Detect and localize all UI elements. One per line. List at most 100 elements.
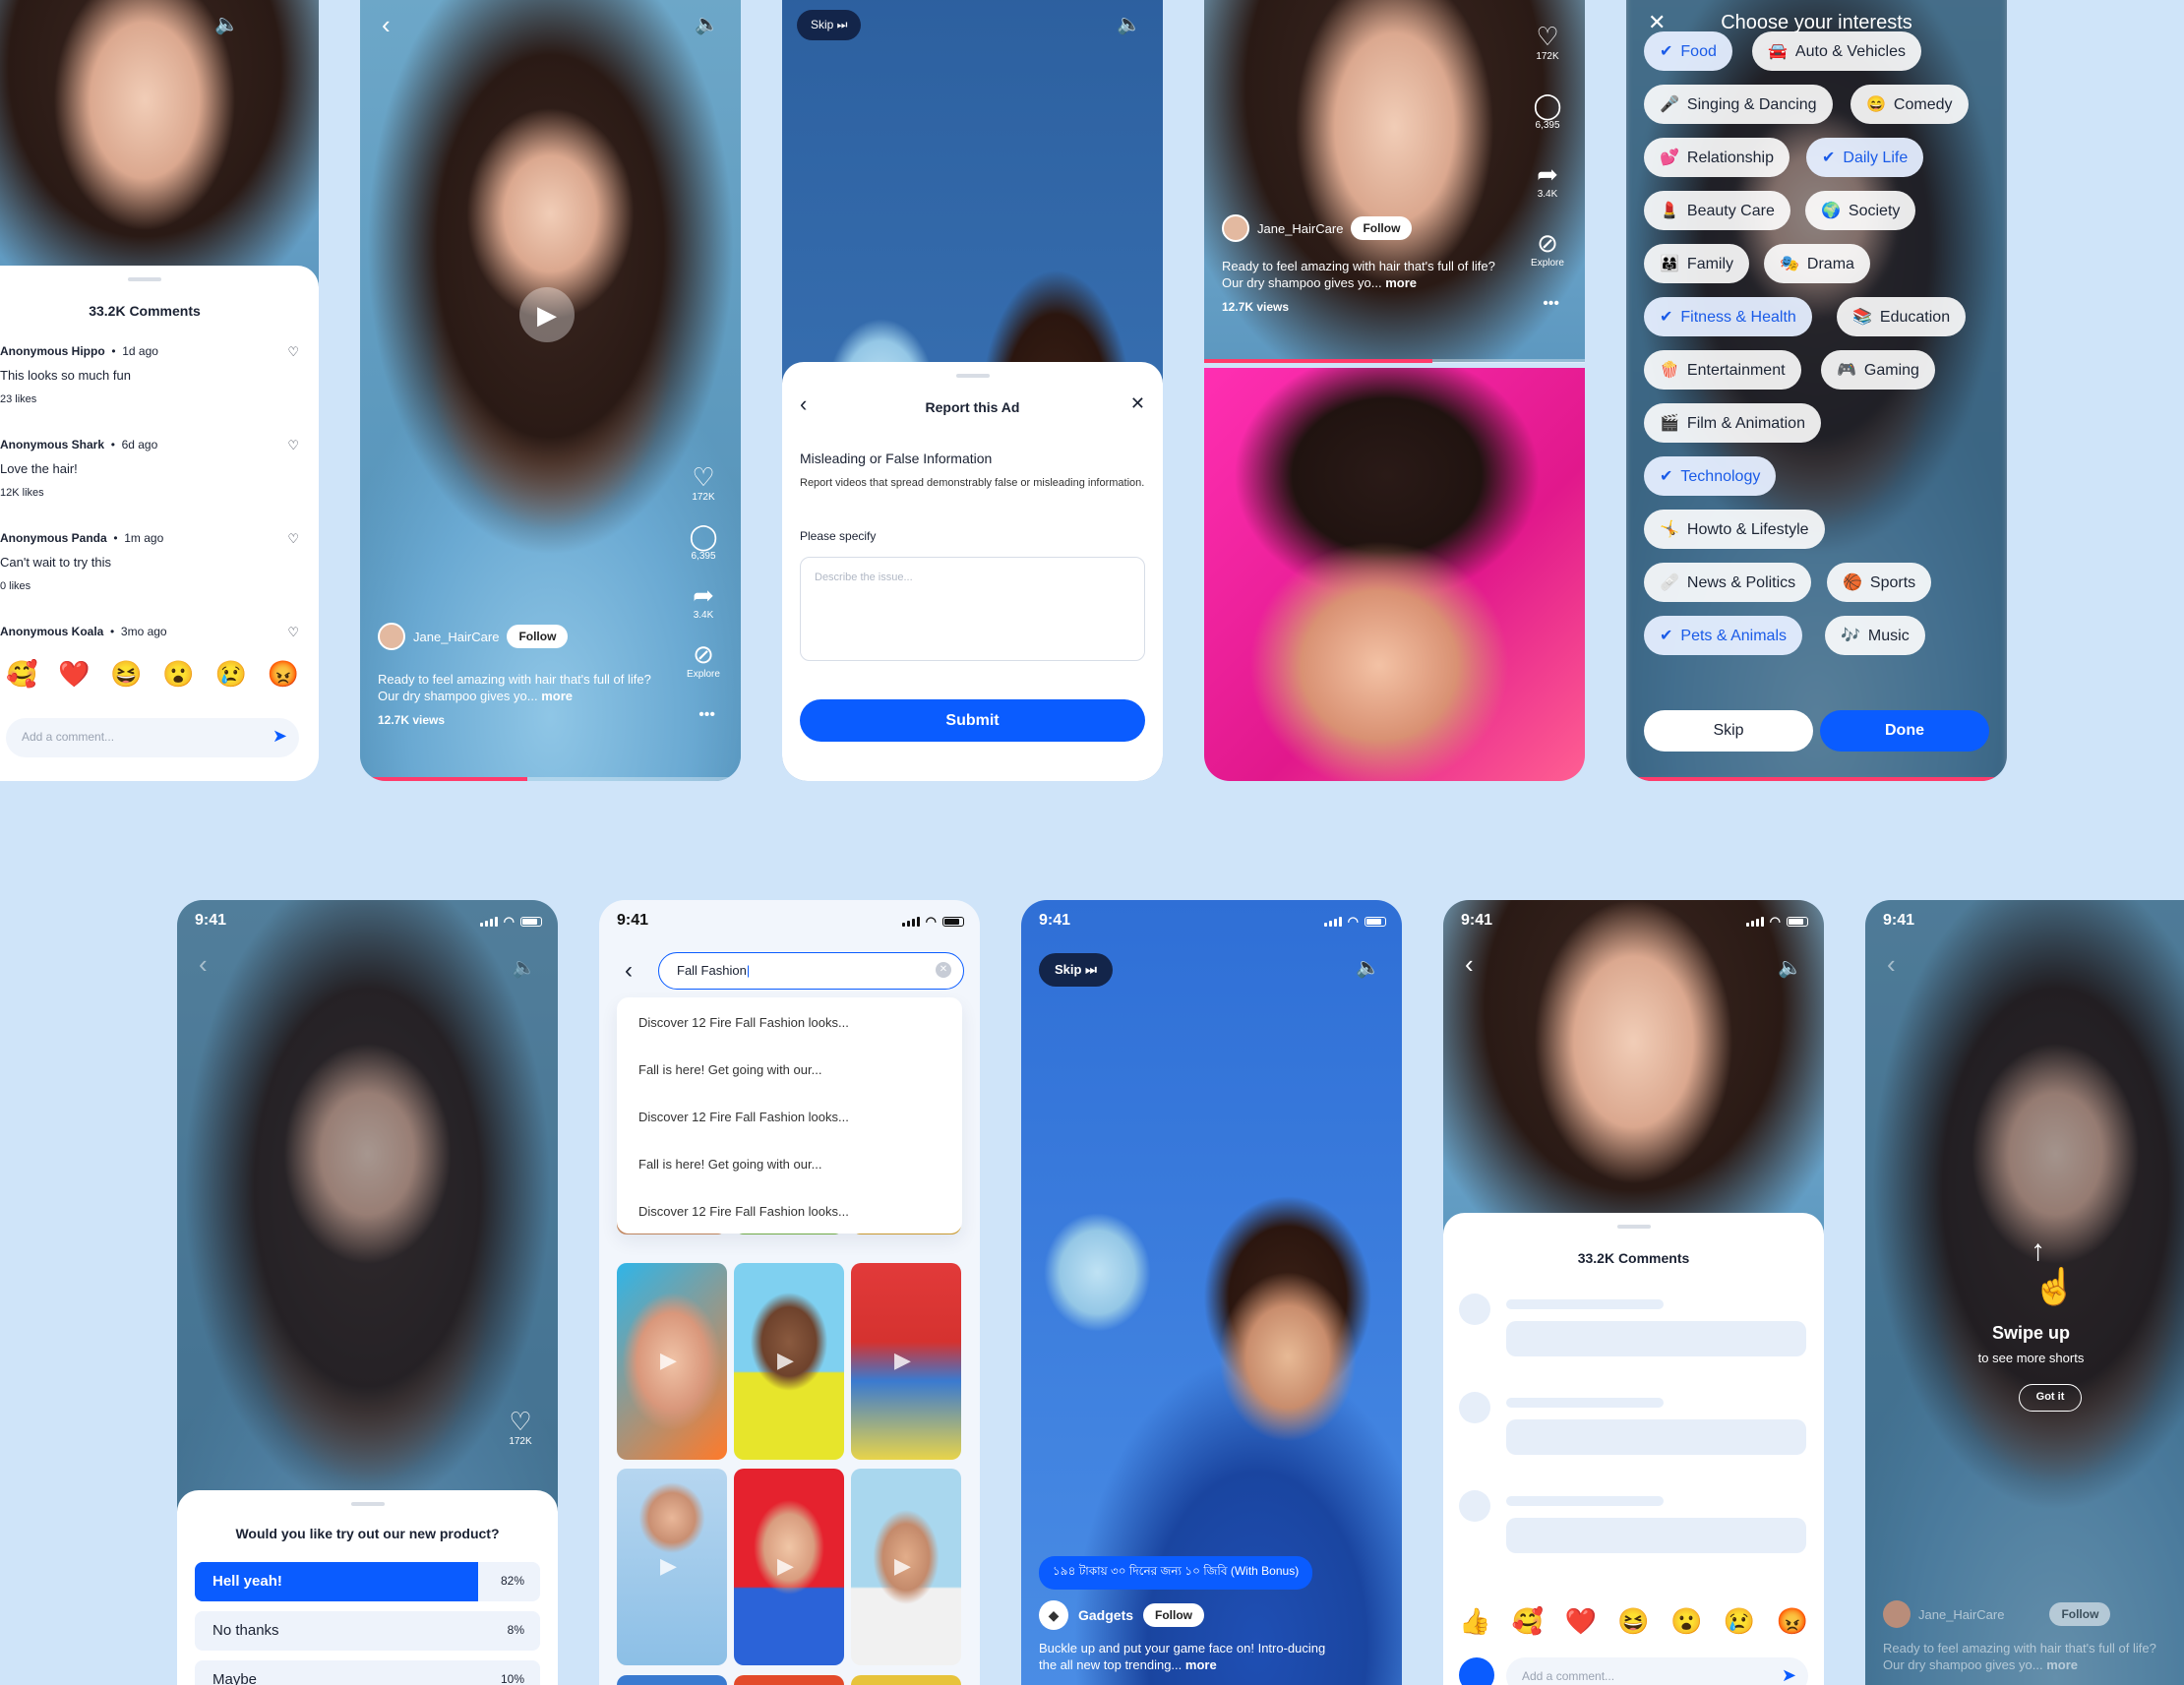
got-it-button[interactable]: Got it <box>2019 1384 2082 1412</box>
more-options-icon[interactable]: ••• <box>1543 295 1559 313</box>
progress-bar[interactable] <box>360 777 741 781</box>
reaction-thumbs-up[interactable]: 👍 <box>1459 1606 1490 1637</box>
reaction-heart[interactable]: ❤️ <box>1565 1606 1597 1637</box>
back-icon[interactable]: ‹ <box>625 957 633 985</box>
back-icon[interactable]: ‹ <box>1465 949 1474 980</box>
like-action[interactable]: ♡ 172K <box>501 1407 540 1447</box>
brand-avatar[interactable]: ◆ <box>1039 1600 1068 1630</box>
result-thumbnail[interactable] <box>734 1675 844 1685</box>
creator-name[interactable]: Jane_HairCare <box>413 630 499 644</box>
suggestion-item[interactable]: Discover 12 Fire Fall Fashion looks... <box>617 1186 962 1234</box>
reaction-angry[interactable]: 😡 <box>268 659 299 690</box>
interest-chip[interactable]: 🚘 Auto & Vehicles <box>1752 31 1921 71</box>
follow-button[interactable]: Follow <box>507 625 569 648</box>
suggestion-item[interactable]: Fall is here! Get going with our... <box>617 1139 962 1186</box>
like-action[interactable]: ♡ 172K <box>684 462 723 503</box>
heart-icon[interactable]: ♡ <box>287 625 299 640</box>
comment-input[interactable]: Add a comment... ➤ <box>1506 1657 1808 1685</box>
interest-chip[interactable]: ✔ Technology <box>1644 456 1777 496</box>
reaction-angry[interactable]: 😡 <box>1777 1606 1808 1637</box>
more-link[interactable]: more <box>2046 1657 2078 1672</box>
interest-chip[interactable]: ✔ Food <box>1644 31 1732 71</box>
offer-banner[interactable]: ১৯৪ টাকায় ৩০ দিনের জন্য ১০ জিবি (With B… <box>1039 1556 1313 1590</box>
interest-chip[interactable]: 🤸 Howto & Lifestyle <box>1644 510 1825 549</box>
interest-chip[interactable]: 🏀 Sports <box>1827 563 1932 602</box>
reaction-sad[interactable]: 😢 <box>215 659 247 690</box>
sheet-handle[interactable] <box>955 374 990 378</box>
result-thumbnail[interactable]: ▶ <box>617 1469 727 1665</box>
poll-option[interactable]: Hell yeah! 82% <box>195 1562 540 1601</box>
back-icon[interactable]: ‹ <box>800 391 807 417</box>
comment-input[interactable]: Add a comment... ➤ <box>6 718 299 757</box>
interest-chip[interactable]: 👨‍👩‍👧 Family <box>1644 244 1750 283</box>
interest-chip[interactable]: 💕 Relationship <box>1644 138 1790 177</box>
follow-button[interactable]: Follow <box>1351 216 1413 240</box>
comment-user[interactable]: Anonymous Shark <box>0 438 104 451</box>
avatar[interactable] <box>1222 214 1249 242</box>
reaction-heart[interactable]: ❤️ <box>58 659 90 690</box>
clear-icon[interactable]: ✕ <box>936 962 951 978</box>
send-icon[interactable]: ➤ <box>1782 1665 1796 1685</box>
follow-button[interactable]: Follow <box>2049 1602 2111 1626</box>
reaction-love-face[interactable]: 🥰 <box>6 659 37 690</box>
speaker-icon[interactable]: 🔈 <box>512 955 536 980</box>
share-action[interactable]: ➦ 3.4K <box>684 580 723 621</box>
back-icon[interactable]: ‹ <box>382 10 391 40</box>
result-thumbnail[interactable]: ▶ <box>851 1263 961 1460</box>
skip-button[interactable]: Skip ⏭ <box>797 10 862 40</box>
interest-chip[interactable]: ✔ Fitness & Health <box>1644 297 1812 336</box>
more-link[interactable]: more <box>1385 275 1417 290</box>
heart-icon[interactable]: ♡ <box>287 531 299 547</box>
reaction-sad[interactable]: 😢 <box>1724 1606 1755 1637</box>
heart-icon[interactable]: ♡ <box>287 344 299 360</box>
follow-button[interactable]: Follow <box>1143 1603 1205 1627</box>
creator-name[interactable]: Jane_HairCare <box>1918 1607 2004 1622</box>
interest-chip[interactable]: 🎮 Gaming <box>1821 350 1935 390</box>
result-thumbnail[interactable] <box>617 1675 727 1685</box>
like-action[interactable]: ♡ 172K <box>1528 22 1567 62</box>
issue-textarea[interactable]: Describe the issue... <box>800 557 1145 661</box>
heart-icon[interactable]: ♡ <box>287 438 299 453</box>
comment-user[interactable]: Anonymous Hippo <box>0 344 105 358</box>
progress-bar[interactable] <box>1204 359 1585 363</box>
send-icon[interactable]: ➤ <box>273 726 287 747</box>
suggestion-item[interactable]: Discover 12 Fire Fall Fashion looks... <box>617 1092 962 1139</box>
result-thumbnail[interactable] <box>851 1675 961 1685</box>
explore-action[interactable]: ⊘ Explore <box>1528 228 1567 269</box>
sheet-handle[interactable] <box>1616 1225 1651 1229</box>
more-options-icon[interactable]: ••• <box>698 706 715 724</box>
interest-chip[interactable]: 🩹 News & Politics <box>1644 563 1812 602</box>
avatar[interactable] <box>1883 1600 1911 1628</box>
suggestion-item[interactable]: Fall is here! Get going with our... <box>617 1045 962 1092</box>
result-thumbnail[interactable]: ▶ <box>617 1263 727 1460</box>
result-thumbnail[interactable]: ▶ <box>734 1469 844 1665</box>
more-link[interactable]: more <box>541 689 573 703</box>
poll-option[interactable]: Maybe 10% <box>195 1660 540 1685</box>
sheet-handle[interactable] <box>128 277 161 281</box>
comment-user[interactable]: Anonymous Panda <box>0 531 107 545</box>
explore-action[interactable]: ⊘ Explore <box>684 639 723 680</box>
speaker-icon[interactable]: 🔈 <box>695 12 719 36</box>
search-input[interactable]: Fall Fashion| ✕ <box>658 952 964 990</box>
interest-chip[interactable]: 📚 Education <box>1837 297 1967 336</box>
reaction-love-face[interactable]: 🥰 <box>1512 1606 1544 1637</box>
interest-chip[interactable]: 🎭 Drama <box>1764 244 1870 283</box>
back-icon[interactable]: ‹ <box>199 949 208 980</box>
avatar[interactable] <box>378 623 405 650</box>
done-button[interactable]: Done <box>1820 710 1989 752</box>
play-button[interactable]: ▶ <box>519 287 575 342</box>
comment-action[interactable]: ◯ 6,395 <box>1528 90 1567 131</box>
interest-chip[interactable]: ✔ Pets & Animals <box>1644 616 1803 655</box>
reaction-wow[interactable]: 😮 <box>1670 1606 1702 1637</box>
more-link[interactable]: more <box>1185 1657 1217 1672</box>
back-icon[interactable]: ‹ <box>1887 949 1896 980</box>
interest-chip[interactable]: 🎬 Film & Animation <box>1644 403 1821 443</box>
interest-chip[interactable]: 😄 Comedy <box>1850 85 1969 124</box>
interest-chip[interactable]: 🌍 Society <box>1805 191 1916 230</box>
share-action[interactable]: ➦ 3.4K <box>1528 159 1567 200</box>
skip-button[interactable]: Skip <box>1644 710 1813 752</box>
interest-chip[interactable]: ✔ Daily Life <box>1806 138 1924 177</box>
brand-name[interactable]: Gadgets <box>1078 1607 1133 1623</box>
close-icon[interactable]: ✕ <box>1130 393 1145 414</box>
result-thumbnail[interactable]: ▶ <box>734 1263 844 1460</box>
